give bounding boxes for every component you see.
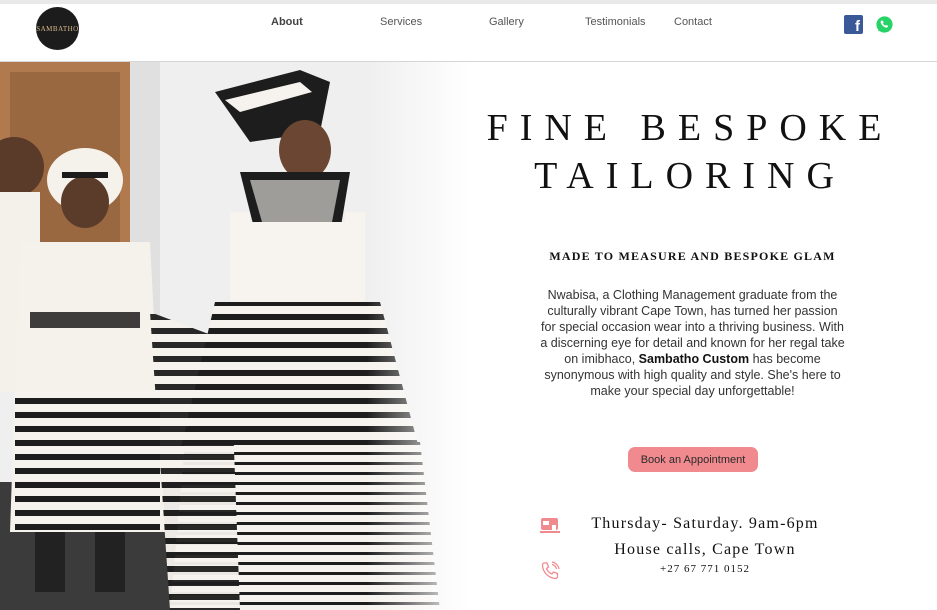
hero-paragraph: Nwabisa, a Clothing Management graduate … [540, 287, 845, 399]
nav-gallery[interactable]: Gallery [489, 16, 524, 28]
hero-subtitle: MADE TO MEASURE AND BESPOKE GLAM [549, 249, 836, 263]
facebook-icon[interactable]: f [844, 15, 863, 34]
logo-text: SAMBATHO [36, 24, 79, 33]
hero-photo [0, 62, 470, 610]
phone-number[interactable]: +27 67 771 0152 [560, 563, 850, 575]
whatsapp-icon[interactable] [875, 15, 894, 34]
business-hours: Thursday- Saturday. 9am-6pm [591, 515, 819, 532]
book-appointment-button[interactable]: Book an Appointment [628, 447, 758, 472]
service-location: House calls, Cape Town [614, 541, 796, 558]
hero-title-line2: TAILORING [534, 155, 846, 197]
hero-title-line1: FINE BESPOKE [486, 107, 894, 149]
sewing-machine-icon [540, 518, 560, 533]
phone-icon[interactable] [540, 561, 560, 581]
nav-services[interactable]: Services [380, 16, 422, 28]
nav-about[interactable]: About [271, 16, 303, 28]
paragraph-brand: Sambatho Custom [638, 352, 750, 366]
site-header: SAMBATHO About Services Gallery Testimon… [0, 4, 937, 62]
brand-logo[interactable]: SAMBATHO [36, 7, 79, 50]
nav-contact[interactable]: Contact [674, 16, 712, 28]
facebook-glyph: f [855, 18, 860, 35]
tailoring-photo-illustration [0, 62, 470, 610]
nav-testimonials[interactable]: Testimonials [585, 16, 646, 28]
